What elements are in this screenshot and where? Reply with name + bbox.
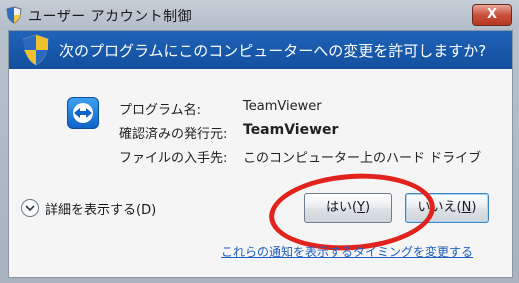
- title-bar: ユーザー アカウント制御 X: [0, 0, 519, 30]
- close-icon: X: [486, 7, 498, 22]
- teamviewer-arrows-glyph: [73, 103, 93, 123]
- no-accelerator: N: [461, 200, 472, 215]
- uac-shield-icon: [23, 34, 49, 66]
- banner-question: 次のプログラムにこのコンピューターへの変更を許可しますか?: [59, 42, 487, 60]
- file-origin-label: ファイルの入手先:: [119, 151, 228, 166]
- teamviewer-icon: [67, 97, 99, 129]
- show-details-label: 詳細を表示する(D): [45, 203, 157, 218]
- uac-shield-icon: [6, 6, 22, 24]
- close-button[interactable]: X: [472, 4, 512, 26]
- no-button-end: ): [471, 200, 477, 215]
- file-origin-value: このコンピューター上のハード ドライブ: [243, 151, 482, 166]
- uac-banner: 次のプログラムにこのコンピューターへの変更を許可しますか?: [9, 31, 512, 69]
- notification-settings-link[interactable]: これらの通知を表示するタイミングを変更する: [221, 243, 473, 260]
- publisher-value: TeamViewer: [243, 122, 339, 138]
- dialog-content: 次のプログラムにこのコンピューターへの変更を許可しますか? プログラム名: Te…: [8, 30, 513, 278]
- publisher-label: 確認済みの発行元:: [119, 127, 228, 142]
- window-title: ユーザー アカウント制御: [28, 9, 193, 25]
- chevron-down-icon[interactable]: [21, 199, 39, 217]
- program-name-label: プログラム名:: [119, 103, 201, 118]
- chevron-down-glyph: [25, 205, 35, 212]
- program-name-value: TeamViewer: [243, 99, 322, 114]
- uac-dialog-window: ユーザー アカウント制御 X 次のプログラムにこのコンピューターへの変更を許可し…: [0, 0, 519, 283]
